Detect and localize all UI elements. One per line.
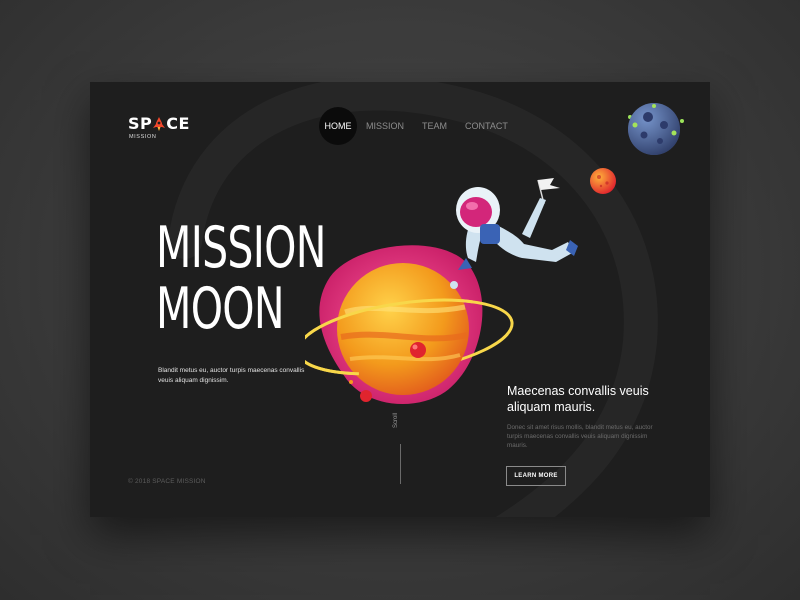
hero-title-line2: MOON bbox=[156, 276, 285, 342]
nav-mission[interactable]: MISSION bbox=[366, 121, 404, 131]
nav-team[interactable]: TEAM bbox=[422, 121, 447, 131]
side-description: Donec sit amet risus mollis, blandit met… bbox=[507, 424, 653, 449]
hero-description: Blandit metus eu, auctor turpis maecenas… bbox=[158, 367, 305, 384]
learn-more-button[interactable]: LEARN MORE bbox=[506, 466, 566, 486]
brand-tagline: MISSION bbox=[129, 134, 157, 140]
brand-name-prefix: SP bbox=[128, 114, 153, 133]
scroll-line bbox=[400, 444, 401, 484]
hero-title: MISSION MOON bbox=[156, 218, 326, 340]
rocket-icon bbox=[153, 117, 166, 131]
nav-contact[interactable]: CONTACT bbox=[465, 121, 508, 131]
blue-moon-illustration bbox=[628, 103, 684, 155]
nav-home[interactable]: HOME bbox=[319, 107, 357, 145]
landing-card: SP CE MISSION HOME MISSION TEAM CONTACT bbox=[90, 82, 710, 517]
brand-logo[interactable]: SP CE MISSION bbox=[128, 116, 190, 141]
astronaut-illustration bbox=[450, 178, 578, 289]
main-nav: HOME MISSION TEAM CONTACT bbox=[319, 107, 526, 145]
side-heading: Maecenas convallis veuis aliquam mauris. bbox=[507, 384, 649, 414]
scroll-label[interactable]: Scroll bbox=[393, 413, 399, 428]
copyright-text: © 2018 SPACE MISSION bbox=[128, 478, 206, 485]
brand-wordmark: SP CE bbox=[128, 116, 190, 132]
hero-title-line1: MISSION bbox=[156, 215, 326, 281]
brand-name-suffix: CE bbox=[166, 114, 190, 133]
